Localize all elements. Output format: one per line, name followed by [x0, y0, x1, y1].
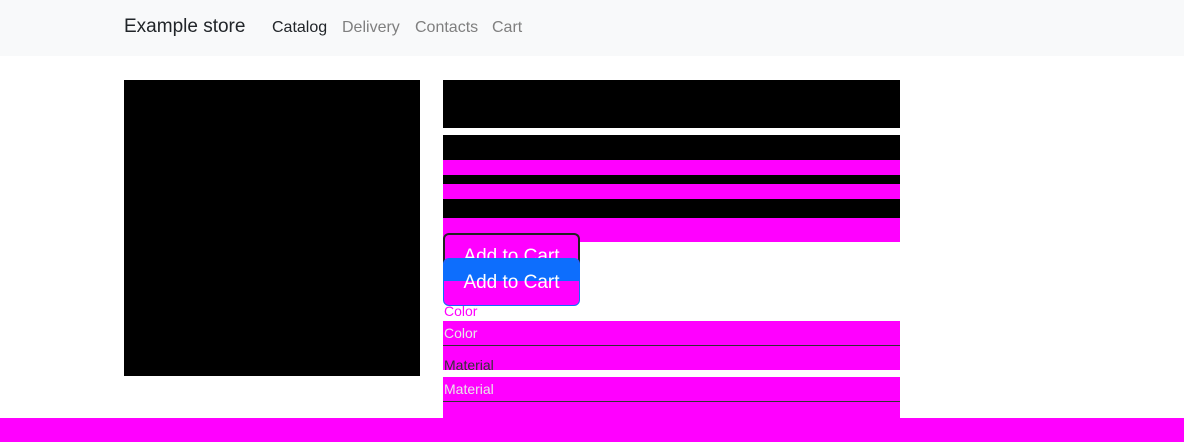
- color-input-shadow: [443, 346, 900, 370]
- material-label: Material: [444, 357, 494, 373]
- brand-link[interactable]: Example store: [124, 16, 245, 38]
- product-title-block: [443, 80, 900, 128]
- add-to-cart-button[interactable]: Add to Cart: [443, 258, 580, 306]
- nav-link-cart[interactable]: Cart: [492, 19, 522, 37]
- product-description-line-1: [443, 135, 900, 160]
- product-price-block: [443, 199, 900, 218]
- color-input[interactable]: [443, 321, 900, 346]
- nav-link-catalog[interactable]: Catalog: [272, 19, 327, 37]
- product-description-line-4: [443, 184, 900, 199]
- product-description-line-3: [443, 175, 900, 184]
- top-navbar: Example store Catalog Delivery Contacts …: [0, 0, 1184, 56]
- product-description-line-2: [443, 160, 900, 175]
- material-input[interactable]: [443, 377, 900, 402]
- color-label: Color: [444, 303, 478, 319]
- add-to-cart-label: Add to Cart: [463, 272, 560, 293]
- footer-bar: [0, 418, 1184, 442]
- product-image: [124, 80, 420, 376]
- material-input-shadow: [443, 402, 900, 418]
- nav-link-contacts[interactable]: Contacts: [415, 19, 478, 37]
- nav-link-delivery[interactable]: Delivery: [342, 19, 400, 37]
